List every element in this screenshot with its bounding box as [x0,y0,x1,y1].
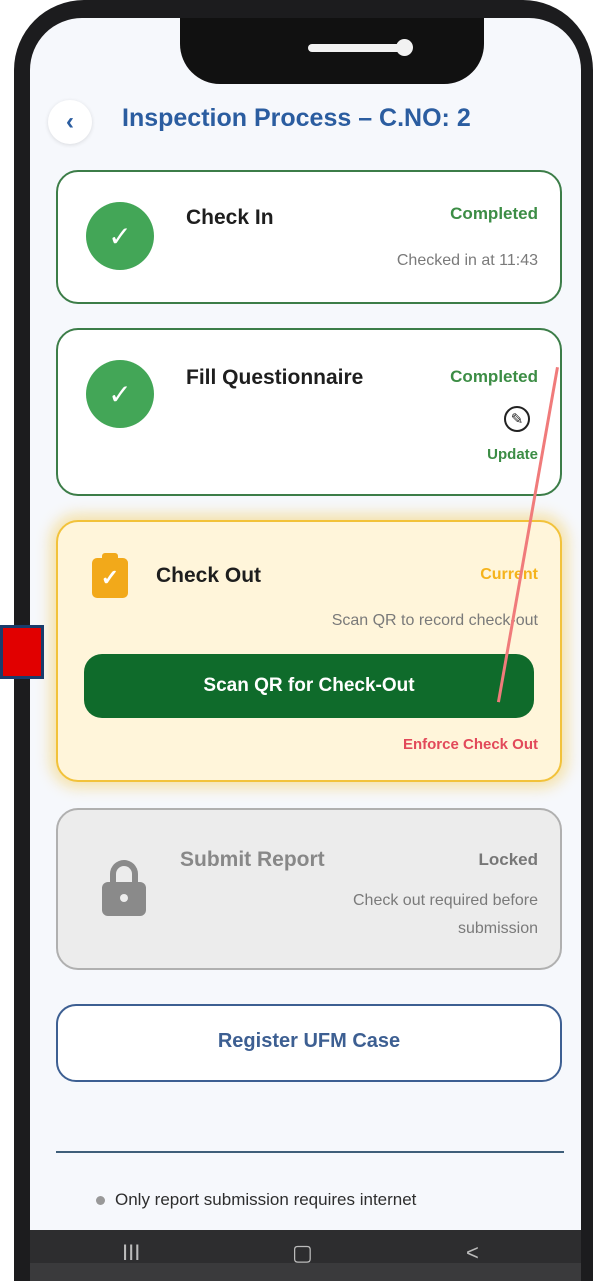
offline-note-text: Only report submission requires internet [115,1190,417,1209]
check-in-time: Checked in at 11:43 [396,252,538,269]
step-card-submit-report: Submit Report Locked Check out required … [56,808,562,970]
register-ufm-case-button[interactable]: Register UFM Case [56,1004,562,1082]
step-card-check-out: ✓ Check Out Current Scan QR to record ch… [56,520,562,782]
check-circle-icon: ✓ [86,202,154,270]
update-link[interactable]: Update [487,446,538,463]
check-circle-icon: ✓ [86,360,154,428]
status-badge: Locked [478,850,538,869]
status-badge: Completed [450,204,538,223]
front-camera [396,39,413,56]
status-badge: Current [480,566,538,583]
step-title: Check In [186,206,274,229]
clipboard-check-icon: ✓ [92,553,128,598]
step-card-check-in: ✓ Check In Completed Checked in at 11:43 [56,170,562,304]
submit-requirement-line1: Check out required before [353,892,538,909]
app-screen: ‹ Inspection Process – C.NO: 2 ✓ Check I… [30,18,581,1281]
step-title: Fill Questionnaire [186,366,364,389]
back-button[interactable]: ‹ [48,100,92,144]
chevron-left-icon: ‹ [66,108,74,135]
offline-note: Only report submission requires internet [96,1190,416,1210]
lock-icon [102,860,146,916]
step-title: Check Out [156,564,262,587]
divider [56,1151,564,1153]
edit-icon[interactable]: ✎ [504,406,530,432]
check-out-hint: Scan QR to record check-out [331,612,538,629]
submit-requirement-line2: submission [457,920,538,937]
camera-notch [180,18,484,84]
page-title: Inspection Process – C.NO: 2 [122,104,471,132]
scan-qr-checkout-button[interactable]: Scan QR for Check-Out [84,654,534,718]
ufm-button-label: Register UFM Case [217,1030,401,1052]
annotation-marker [0,625,44,679]
device-bezel-bottom [30,1263,581,1281]
step-card-questionnaire: ✓ Fill Questionnaire Completed ✎ Update [56,328,562,496]
status-badge: Completed [450,367,538,386]
step-title: Submit Report [180,848,325,871]
bullet-icon [96,1196,105,1206]
speaker-grille [308,44,404,52]
enforce-check-out-link[interactable]: Enforce Check Out [403,736,538,753]
